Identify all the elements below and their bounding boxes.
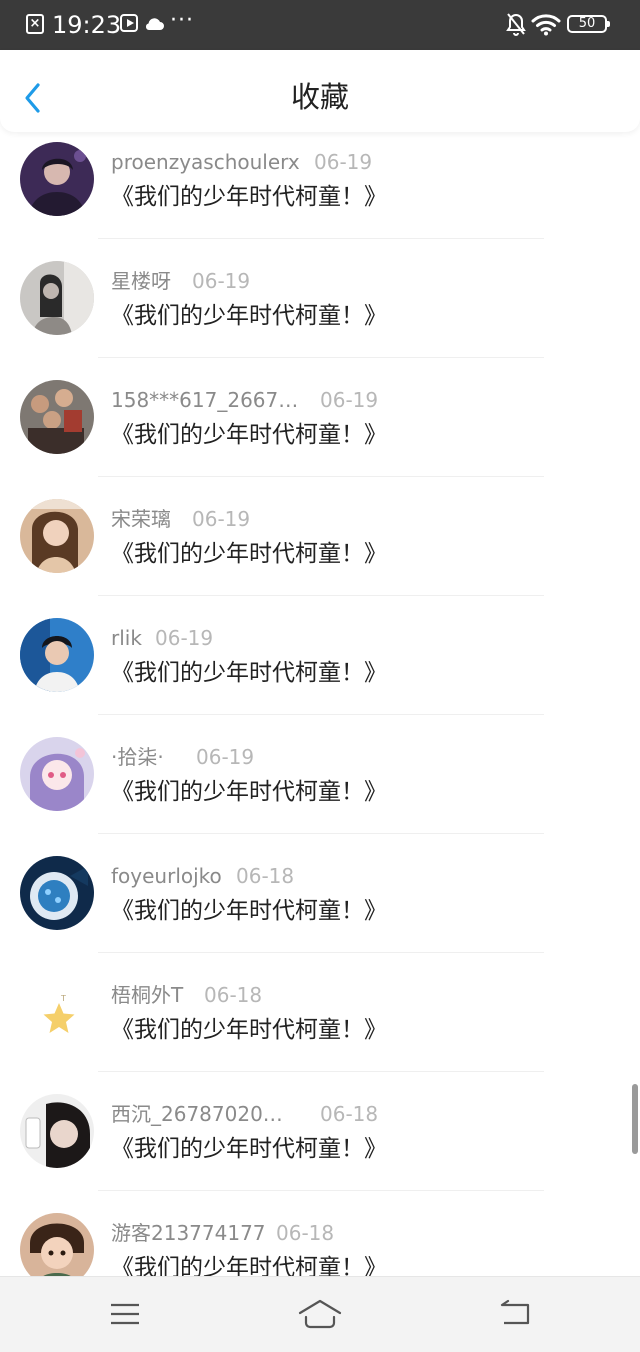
date: 06-18: [204, 983, 263, 1007]
divider: [98, 238, 544, 239]
list-item[interactable]: 游客213774177 06-18 《我们的少年时代柯童！》: [0, 1203, 640, 1276]
username: 星楼呀: [111, 269, 171, 293]
list-item[interactable]: foyeurlojko 06-18 《我们的少年时代柯童！》: [0, 846, 640, 965]
avatar[interactable]: [20, 142, 94, 216]
username: 游客213774177: [111, 1221, 266, 1245]
list-item[interactable]: proenzyaschoulerx 06-19 《我们的少年时代柯童！》: [0, 132, 640, 251]
date: 06-18: [276, 1221, 335, 1245]
divider: [98, 1190, 544, 1191]
username: ·拾柒·: [111, 745, 164, 769]
list-item[interactable]: rlik 06-19 《我们的少年时代柯童！》: [0, 608, 640, 727]
post-title[interactable]: 《我们的少年时代柯童！》: [111, 778, 387, 806]
post-title[interactable]: 《我们的少年时代柯童！》: [111, 183, 387, 211]
date: 06-19: [192, 507, 251, 531]
divider: [98, 476, 544, 477]
menu-icon[interactable]: [108, 1301, 142, 1327]
divider: [98, 714, 544, 715]
avatar[interactable]: [20, 1094, 94, 1168]
cloud-icon: [145, 18, 164, 30]
post-title[interactable]: 《我们的少年时代柯童！》: [111, 302, 387, 330]
list-item[interactable]: 宋荣璃 06-19 《我们的少年时代柯童！》: [0, 489, 640, 608]
more-dots: ···: [170, 8, 194, 33]
date: 06-19: [314, 150, 373, 174]
favorites-list[interactable]: proenzyaschoulerx 06-19 《我们的少年时代柯童！》 星楼呀…: [0, 132, 640, 1276]
avatar[interactable]: [20, 261, 94, 335]
username: proenzyaschoulerx: [111, 150, 300, 174]
date: 06-19: [192, 269, 251, 293]
date: 06-19: [196, 745, 255, 769]
divider: [98, 833, 544, 834]
divider: [98, 952, 544, 953]
username: 158***617_2667…: [111, 388, 299, 412]
avatar[interactable]: [20, 737, 94, 811]
bottom-nav-bar: [0, 1276, 640, 1352]
scrollbar-thumb[interactable]: [632, 1084, 638, 1154]
username: 西沉_26787020…: [111, 1102, 283, 1126]
list-item[interactable]: ·拾柒· 06-19 《我们的少年时代柯童！》: [0, 727, 640, 846]
post-title[interactable]: 《我们的少年时代柯童！》: [111, 1254, 387, 1276]
post-title[interactable]: 《我们的少年时代柯童！》: [111, 897, 387, 925]
avatar[interactable]: [20, 618, 94, 692]
avatar[interactable]: [20, 380, 94, 454]
close-icon: ×: [26, 14, 44, 34]
battery-icon: 50: [567, 15, 610, 33]
post-title[interactable]: 《我们的少年时代柯童！》: [111, 1135, 387, 1163]
username: rlik: [111, 626, 142, 650]
back-icon[interactable]: [498, 1299, 532, 1327]
svg-text:T: T: [60, 994, 66, 1003]
username: foyeurlojko: [111, 864, 222, 888]
status-time: 19:23: [52, 11, 122, 39]
divider: [98, 595, 544, 596]
post-title[interactable]: 《我们的少年时代柯童！》: [111, 421, 387, 449]
username: 梧桐外T: [111, 983, 184, 1007]
avatar[interactable]: [20, 499, 94, 573]
post-title[interactable]: 《我们的少年时代柯童！》: [111, 1016, 387, 1044]
username: 宋荣璃: [111, 507, 171, 531]
header: 收藏: [0, 50, 640, 132]
bell-off-icon: [506, 13, 526, 36]
divider: [98, 357, 544, 358]
avatar[interactable]: [20, 1213, 94, 1276]
status-bar: × 19:23 ··· 50: [0, 0, 640, 50]
battery-level: 50: [578, 16, 596, 31]
list-item[interactable]: 西沉_26787020… 06-18 《我们的少年时代柯童！》: [0, 1084, 640, 1203]
avatar[interactable]: T: [20, 975, 94, 1049]
date: 06-18: [320, 1102, 379, 1126]
home-icon[interactable]: [296, 1297, 344, 1329]
list-item[interactable]: 158***617_2667… 06-19 《我们的少年时代柯童！》: [0, 370, 640, 489]
list-item[interactable]: 星楼呀 06-19 《我们的少年时代柯童！》: [0, 251, 640, 370]
post-title[interactable]: 《我们的少年时代柯童！》: [111, 540, 387, 568]
page-title: 收藏: [290, 80, 349, 114]
divider: [98, 1071, 544, 1072]
list-item[interactable]: T 梧桐外T 06-18 《我们的少年时代柯童！》: [0, 965, 640, 1084]
play-icon: [120, 14, 138, 32]
wifi-icon: [531, 14, 561, 36]
post-title[interactable]: 《我们的少年时代柯童！》: [111, 659, 387, 687]
avatar[interactable]: [20, 856, 94, 930]
date: 06-19: [155, 626, 214, 650]
date: 06-18: [236, 864, 295, 888]
date: 06-19: [320, 388, 379, 412]
